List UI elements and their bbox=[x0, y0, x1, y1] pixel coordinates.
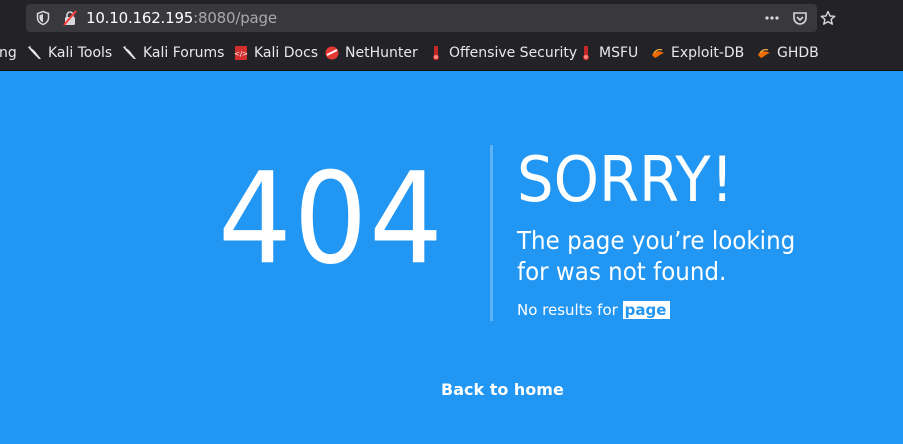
bookmark-exploit-db[interactable]: Exploit-DB bbox=[650, 45, 744, 61]
bookmark-label: NetHunter bbox=[345, 45, 418, 61]
bookmark-kali-tools[interactable]: Kali Tools bbox=[27, 45, 112, 61]
bookmark-offensive-security[interactable]: Offensive Security bbox=[428, 45, 577, 61]
error-message: The page you’re looking for was not foun… bbox=[517, 226, 796, 286]
bookmark-msfu[interactable]: MSFU bbox=[578, 45, 638, 61]
bookmark-label: Exploit-DB bbox=[671, 45, 745, 61]
bookmark-label: GHDB bbox=[777, 45, 819, 61]
offsec-icon bbox=[583, 46, 589, 61]
address-bar[interactable]: 10.10.162.195:8080/page bbox=[26, 4, 836, 32]
tracking-protection-shield-icon[interactable] bbox=[35, 10, 51, 26]
page-actions-more-icon[interactable] bbox=[764, 10, 780, 26]
bookmark-kali-forums[interactable]: Kali Forums bbox=[122, 45, 224, 61]
vertical-divider bbox=[490, 145, 493, 321]
url-host: 10.10.162.195 bbox=[86, 9, 194, 27]
kali-dragon-icon bbox=[123, 46, 136, 59]
error-code: 404 bbox=[218, 145, 445, 292]
kali-dragon-icon bbox=[28, 46, 41, 59]
pocket-icon[interactable] bbox=[792, 10, 808, 26]
exploitdb-icon bbox=[652, 49, 664, 58]
no-results-prefix: No results for bbox=[517, 301, 618, 319]
bookmark-label: Kali Docs bbox=[254, 45, 319, 61]
offsec-icon bbox=[433, 46, 439, 61]
nethunter-icon bbox=[325, 46, 339, 60]
error-heading: SORRY! bbox=[517, 143, 734, 216]
bookmark-truncated[interactable]: ng bbox=[0, 45, 17, 61]
kali-docs-icon: </> bbox=[234, 46, 248, 60]
exploitdb-icon bbox=[758, 49, 770, 58]
insecure-lock-icon[interactable] bbox=[62, 10, 78, 26]
bookmark-ghdb[interactable]: GHDB bbox=[756, 45, 819, 61]
bookmark-kali-docs[interactable]: </> Kali Docs bbox=[233, 45, 318, 61]
bookmarks-toolbar: ng Kali Tools Kali Forums </> Kali Docs … bbox=[0, 36, 903, 71]
url-text[interactable]: 10.10.162.195:8080/page bbox=[86, 9, 277, 27]
bookmark-label: Offensive Security bbox=[449, 45, 578, 61]
error-page: 404 SORRY! The page you’re looking for w… bbox=[0, 71, 903, 444]
bookmark-nethunter[interactable]: NetHunter bbox=[324, 45, 418, 61]
bookmark-label: MSFU bbox=[599, 45, 639, 61]
bookmark-label: Kali Forums bbox=[143, 45, 225, 61]
bookmark-star-icon[interactable] bbox=[820, 10, 836, 26]
svg-text:</>: </> bbox=[234, 50, 248, 58]
browser-toolbar: 10.10.162.195:8080/page bbox=[0, 0, 903, 36]
url-port-path: :8080/page bbox=[193, 9, 277, 27]
search-term-highlight: page bbox=[622, 301, 671, 319]
bookmark-label: ng bbox=[0, 45, 17, 61]
bookmark-label: Kali Tools bbox=[48, 45, 113, 61]
back-to-home-link[interactable]: Back to home bbox=[441, 380, 564, 400]
no-results-line: No results for page bbox=[517, 300, 671, 320]
